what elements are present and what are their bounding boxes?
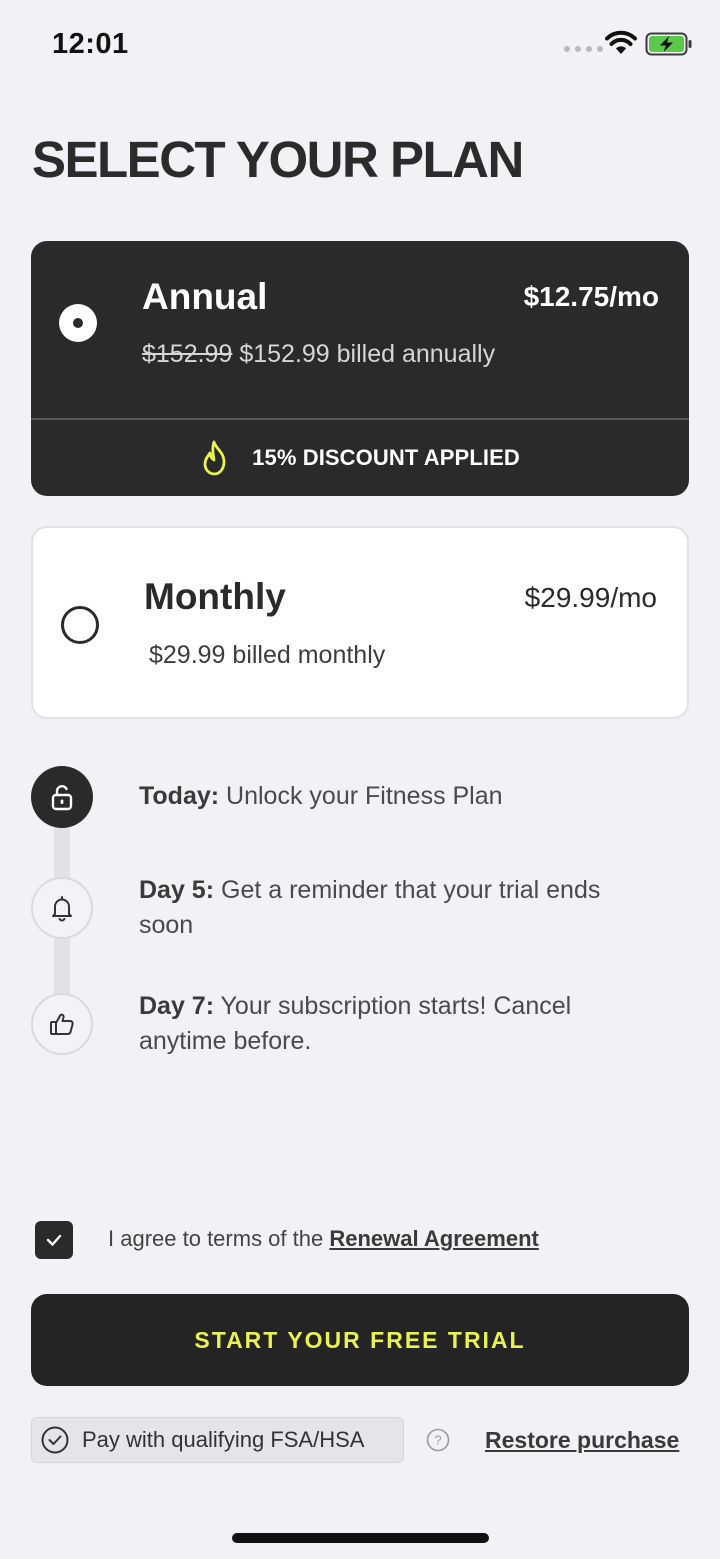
timeline-text: Unlock your Fitness Plan — [226, 782, 503, 810]
wifi-icon — [605, 30, 637, 54]
plan-billing: $152.99 $152.99 billed annually — [142, 340, 495, 369]
card-divider — [31, 418, 689, 420]
radio-unselected[interactable] — [61, 606, 99, 644]
renewal-agreement-link[interactable]: Renewal Agreement — [329, 1226, 538, 1251]
thumbs-up-icon — [31, 993, 93, 1055]
start-free-trial-button[interactable]: START YOUR FREE TRIAL — [31, 1294, 689, 1386]
fsa-label: Pay with qualifying FSA/HSA — [82, 1427, 365, 1452]
help-icon[interactable]: ? — [426, 1428, 450, 1452]
restore-purchase-link[interactable]: Restore purchase — [485, 1427, 679, 1454]
plan-billing: $29.99 billed monthly — [149, 641, 386, 669]
page-title: SELECT YOUR PLAN — [32, 131, 524, 188]
discount-badge: 15% DISCOUNT APPLIED — [31, 439, 689, 477]
original-price: $152.99 — [142, 340, 233, 368]
checkmark-icon — [46, 1234, 62, 1246]
plan-card-monthly[interactable]: Monthly $29.99/mo $29.99 billed monthly — [31, 526, 689, 719]
timeline-item-day7: Day 7: Your subscription starts! Cancel … — [139, 989, 639, 1059]
flame-icon — [203, 440, 226, 476]
svg-text:?: ? — [434, 1433, 441, 1448]
home-indicator — [232, 1533, 489, 1543]
plan-card-annual[interactable]: Annual $12.75/mo $152.99 $152.99 billed … — [31, 241, 689, 496]
status-bar: 12:01 — [0, 0, 720, 90]
billing-text: $152.99 billed annually — [239, 340, 496, 368]
battery-charging-icon — [645, 32, 692, 56]
agree-checkbox[interactable] — [35, 1221, 73, 1259]
check-circle-icon — [41, 1426, 69, 1454]
discount-text: 15% DISCOUNT APPLIED — [252, 445, 520, 470]
timeline-label: Day 7: — [139, 992, 215, 1020]
timeline-item-today: Today: Unlock your Fitness Plan — [139, 779, 639, 814]
fsa-hsa-button[interactable]: Pay with qualifying FSA/HSA — [31, 1417, 404, 1463]
timeline-label: Day 5: — [139, 876, 215, 904]
cellular-signal-icon — [564, 46, 603, 52]
unlock-icon — [31, 766, 93, 828]
status-time: 12:01 — [52, 28, 129, 60]
agreement-label: I agree to terms of the — [108, 1226, 324, 1251]
timeline-item-day5: Day 5: Get a reminder that your trial en… — [139, 873, 639, 943]
agreement-text: I agree to terms of the Renewal Agreemen… — [108, 1226, 539, 1252]
bell-icon — [31, 877, 93, 939]
plan-price: $29.99/mo — [524, 582, 657, 613]
plan-name: Monthly — [144, 576, 286, 617]
radio-selected[interactable] — [59, 304, 97, 342]
plan-name: Annual — [142, 276, 268, 317]
timeline-label: Today: — [139, 782, 220, 810]
plan-price: $12.75/mo — [523, 281, 659, 312]
